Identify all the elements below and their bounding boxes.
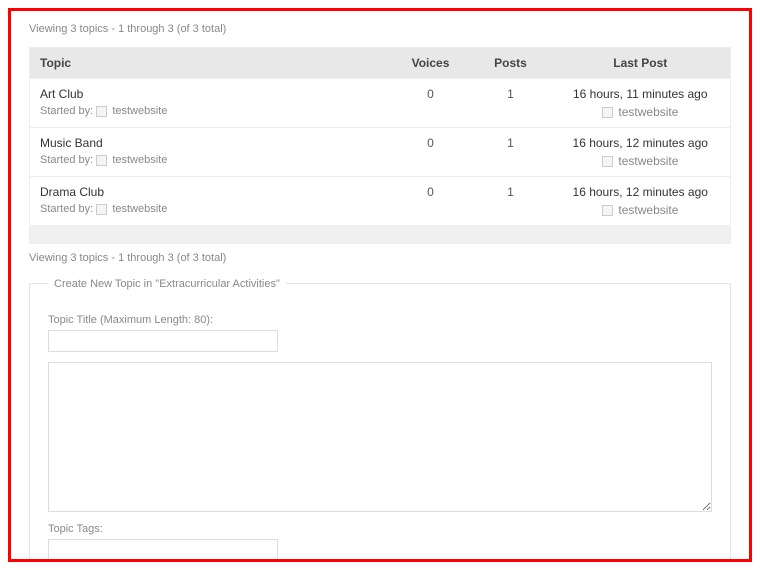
create-topic-form: Create New Topic in "Extracurricular Act…: [29, 278, 731, 563]
lastpost-time[interactable]: 16 hours, 12 minutes ago: [561, 136, 721, 150]
lastpost-time[interactable]: 16 hours, 11 minutes ago: [561, 87, 721, 101]
lastpost-user[interactable]: testwebsite: [618, 105, 678, 119]
started-by-user[interactable]: testwebsite: [112, 105, 167, 117]
voices-cell: 0: [391, 128, 471, 177]
table-row: Drama Club Started by: testwebsite 0 1 1…: [30, 177, 731, 226]
started-by-user[interactable]: testwebsite: [112, 203, 167, 215]
user-icon: [602, 205, 613, 216]
voices-cell: 0: [391, 177, 471, 226]
started-by-label: Started by:: [40, 105, 93, 117]
user-icon: [602, 156, 613, 167]
topics-table: Topic Voices Posts Last Post Art Club St…: [29, 47, 731, 244]
voices-cell: 0: [391, 79, 471, 128]
lastpost-time[interactable]: 16 hours, 12 minutes ago: [561, 185, 721, 199]
started-by-user[interactable]: testwebsite: [112, 154, 167, 166]
lastpost-user[interactable]: testwebsite: [618, 203, 678, 217]
started-by-label: Started by:: [40, 203, 93, 215]
user-icon: [602, 107, 613, 118]
table-row: Art Club Started by: testwebsite 0 1 16 …: [30, 79, 731, 128]
col-header-lastpost: Last Post: [551, 48, 731, 79]
table-footer-spacer: [30, 225, 731, 243]
form-legend: Create New Topic in "Extracurricular Act…: [48, 278, 286, 290]
table-row: Music Band Started by: testwebsite 0 1 1…: [30, 128, 731, 177]
user-icon: [96, 155, 107, 166]
title-label: Topic Title (Maximum Length: 80):: [48, 314, 712, 326]
started-by-label: Started by:: [40, 154, 93, 166]
topic-tags-input[interactable]: [48, 539, 278, 561]
topic-title-input[interactable]: [48, 330, 278, 352]
topic-content-textarea[interactable]: [48, 362, 712, 512]
viewing-count-bottom: Viewing 3 topics - 1 through 3 (of 3 tot…: [29, 252, 731, 264]
posts-cell: 1: [471, 177, 551, 226]
topic-title-link[interactable]: Music Band: [40, 136, 381, 150]
posts-cell: 1: [471, 79, 551, 128]
viewing-count-top: Viewing 3 topics - 1 through 3 (of 3 tot…: [29, 23, 731, 35]
col-header-voices: Voices: [391, 48, 471, 79]
user-icon: [96, 204, 107, 215]
tags-label: Topic Tags:: [48, 523, 712, 535]
col-header-topic: Topic: [30, 48, 391, 79]
posts-cell: 1: [471, 128, 551, 177]
topic-title-link[interactable]: Art Club: [40, 87, 381, 101]
user-icon: [96, 106, 107, 117]
col-header-posts: Posts: [471, 48, 551, 79]
topic-title-link[interactable]: Drama Club: [40, 185, 381, 199]
lastpost-user[interactable]: testwebsite: [618, 154, 678, 168]
